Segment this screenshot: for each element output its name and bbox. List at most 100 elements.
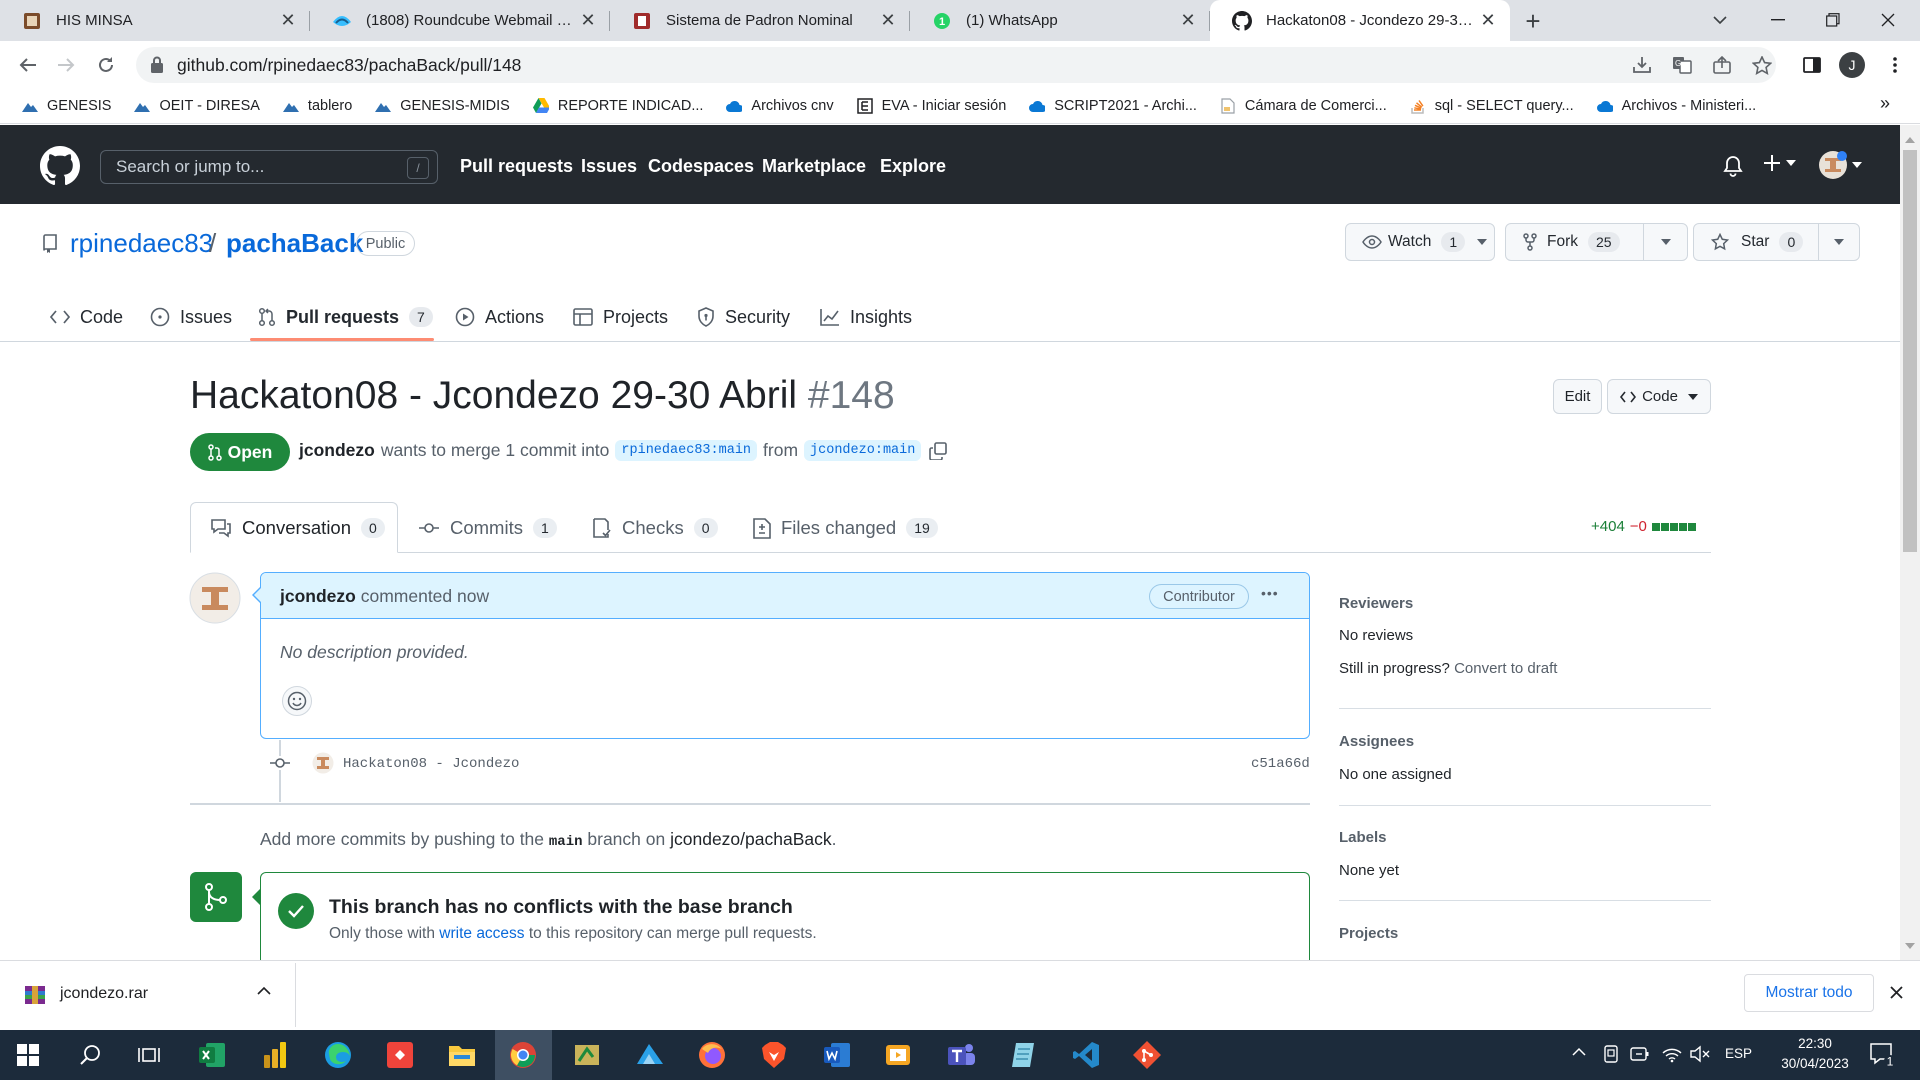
restore-button[interactable]: [1815, 8, 1851, 32]
pr-tab-conversation[interactable]: Conversation 0: [210, 502, 385, 554]
repo-tab-actions[interactable]: Actions: [455, 296, 544, 338]
bookmark-archivos-ministerio[interactable]: Archivos - Ministeri...: [1596, 98, 1756, 114]
windows-start-icon[interactable]: [3, 1030, 53, 1080]
chevron-up-icon[interactable]: [257, 986, 271, 995]
device-icon[interactable]: [1603, 1045, 1619, 1063]
forward-icon[interactable]: [48, 47, 84, 83]
repo-tab-security[interactable]: Security: [697, 296, 790, 338]
user-menu[interactable]: [1818, 150, 1862, 180]
tab-close-icon[interactable]: ✕: [574, 7, 602, 35]
github-logo-icon[interactable]: [40, 146, 80, 186]
wifi-icon[interactable]: [1662, 1045, 1682, 1063]
repo-name-link[interactable]: pachaBack: [226, 228, 363, 259]
labels-heading[interactable]: Labels: [1339, 829, 1387, 846]
notepad-icon[interactable]: [998, 1030, 1048, 1080]
anydesk-icon[interactable]: [375, 1030, 425, 1080]
download-filename[interactable]: jcondezo.rar: [60, 985, 148, 1003]
tab-close-icon[interactable]: ✕: [874, 7, 902, 35]
excel-icon[interactable]: [187, 1030, 237, 1080]
bookmark-archivos-cnv[interactable]: Archivos cnv: [726, 98, 834, 114]
nav-codespaces[interactable]: Codespaces: [648, 156, 754, 177]
tab-close-icon[interactable]: ✕: [274, 7, 302, 35]
nav-issues[interactable]: Issues: [581, 156, 637, 177]
convert-to-draft-link[interactable]: Convert to draft: [1454, 660, 1557, 677]
nav-pull-requests[interactable]: Pull requests: [460, 156, 573, 177]
share-icon[interactable]: [1704, 47, 1740, 83]
browser-tab-github[interactable]: Hackaton08 - Jcondezo 29-30 Ab ✕: [1210, 0, 1510, 41]
write-access-link[interactable]: write access: [439, 925, 524, 942]
watch-button[interactable]: Watch 1: [1345, 223, 1495, 261]
teams-icon[interactable]: [936, 1030, 986, 1080]
nav-explore[interactable]: Explore: [880, 156, 946, 177]
browser-tab-his[interactable]: HIS MINSA ✕: [0, 0, 310, 41]
bookmark-camara[interactable]: Cámara de Comerci...: [1220, 98, 1387, 114]
comment-timestamp[interactable]: commented now: [361, 586, 489, 606]
bookmark-tablero[interactable]: tablero: [282, 98, 352, 114]
star-button[interactable]: Star 0: [1693, 223, 1819, 261]
browser-tab-roundcube[interactable]: (1808) Roundcube Webmail :: Ent ✕: [310, 0, 610, 41]
create-new-button[interactable]: [1763, 154, 1796, 172]
star-dropdown[interactable]: [1818, 223, 1860, 261]
edge-icon[interactable]: [313, 1030, 363, 1080]
profile-avatar[interactable]: J: [1839, 52, 1865, 78]
clock[interactable]: 22:30 30/04/2023: [1765, 1034, 1865, 1074]
chrome-menu-icon[interactable]: [1877, 47, 1913, 83]
scroll-up-icon[interactable]: [1905, 137, 1915, 143]
push-hint-repo[interactable]: jcondezo/pachaBack: [670, 829, 832, 849]
repo-tab-insights[interactable]: Insights: [820, 296, 912, 338]
bell-icon[interactable]: [1723, 155, 1743, 177]
scroll-down-icon[interactable]: [1905, 943, 1915, 949]
pr-author-link[interactable]: jcondezo: [299, 440, 375, 461]
tab-search-chevron-icon[interactable]: [1705, 8, 1735, 32]
copy-icon[interactable]: [929, 441, 948, 460]
nav-marketplace[interactable]: Marketplace: [762, 156, 866, 177]
add-reaction-button[interactable]: [282, 686, 312, 716]
lock-icon[interactable]: [150, 56, 164, 74]
repo-tab-projects[interactable]: Projects: [573, 296, 668, 338]
bookmark-eva[interactable]: EVA - Iniciar sesión: [856, 98, 1006, 114]
sql-server-icon[interactable]: [562, 1030, 612, 1080]
translate-icon[interactable]: G: [1664, 47, 1700, 83]
bookmark-genesis-midis[interactable]: GENESIS-MIDIS: [375, 98, 510, 114]
show-all-button[interactable]: Mostrar todo: [1744, 974, 1874, 1012]
bookmark-reporte[interactable]: REPORTE INDICAD...: [532, 98, 703, 114]
base-branch[interactable]: rpinedaec83:main: [615, 440, 758, 461]
chrome-icon[interactable]: [498, 1030, 548, 1080]
back-icon[interactable]: [10, 47, 46, 83]
edit-title-button[interactable]: Edit: [1553, 379, 1602, 414]
commit-sha-link[interactable]: c51a66d: [1251, 756, 1310, 772]
brave-icon[interactable]: [749, 1030, 799, 1080]
comment-options-icon[interactable]: •••: [1261, 585, 1279, 601]
projects-heading[interactable]: Projects: [1339, 925, 1398, 942]
code-dropdown-button[interactable]: Code: [1607, 379, 1711, 414]
azure-data-studio-icon[interactable]: [625, 1030, 675, 1080]
file-explorer-icon[interactable]: [437, 1030, 487, 1080]
new-tab-button[interactable]: +: [1518, 6, 1548, 36]
assignees-heading[interactable]: Assignees: [1339, 733, 1414, 750]
tray-overflow-icon[interactable]: [1572, 1047, 1586, 1056]
powerbi-icon[interactable]: [250, 1030, 300, 1080]
repo-tab-code[interactable]: Code: [50, 296, 123, 338]
github-search-input[interactable]: Search or jump to... /: [100, 150, 438, 184]
tab-close-icon[interactable]: ✕: [1474, 7, 1502, 35]
repo-tab-issues[interactable]: Issues: [150, 296, 232, 338]
repo-tab-pull-requests[interactable]: Pull requests 7: [258, 296, 433, 338]
fork-dropdown[interactable]: [1643, 223, 1688, 261]
install-app-icon[interactable]: [1624, 47, 1660, 83]
search-icon[interactable]: [65, 1030, 115, 1080]
input-language[interactable]: ESP: [1725, 1046, 1752, 1061]
bookmark-script2021[interactable]: SCRIPT2021 - Archi...: [1029, 98, 1197, 114]
scrollbar-thumb[interactable]: [1903, 150, 1917, 552]
avatar[interactable]: [312, 752, 334, 774]
vscode-icon[interactable]: [1061, 1030, 1111, 1080]
avatar[interactable]: [189, 572, 241, 624]
notification-center-icon[interactable]: 1: [1870, 1042, 1896, 1068]
browser-tab-whatsapp[interactable]: 1 (1) WhatsApp ✕: [910, 0, 1210, 41]
commit-message-link[interactable]: Hackaton08 - Jcondezo: [343, 756, 519, 772]
pr-tab-commits[interactable]: Commits 1: [418, 502, 557, 554]
battery-icon[interactable]: [1630, 1045, 1650, 1063]
minimize-button[interactable]: [1760, 8, 1796, 32]
task-view-icon[interactable]: [124, 1030, 174, 1080]
head-branch[interactable]: jcondezo:main: [804, 440, 922, 461]
bookmark-sql[interactable]: sql - SELECT query...: [1410, 98, 1574, 114]
